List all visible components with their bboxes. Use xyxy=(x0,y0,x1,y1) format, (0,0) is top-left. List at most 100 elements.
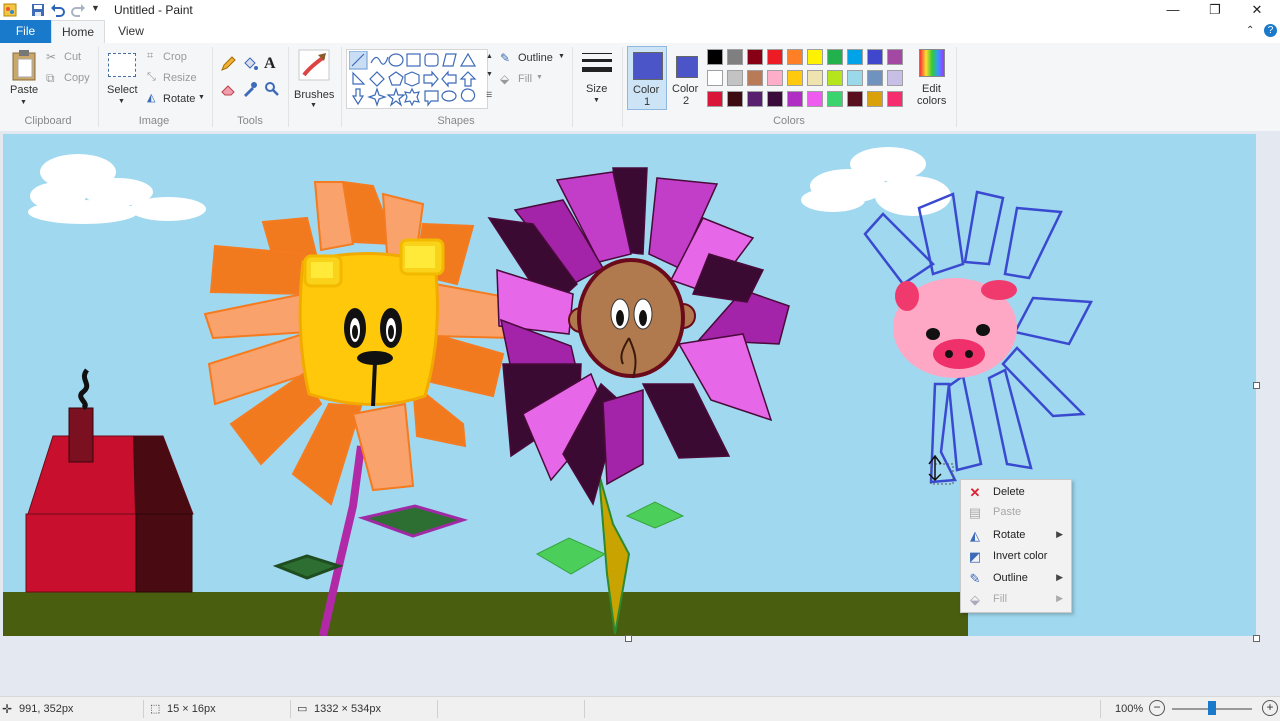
palette-swatch[interactable] xyxy=(747,70,763,86)
palette-swatch[interactable] xyxy=(827,91,843,107)
copy-label: Copy xyxy=(64,72,90,84)
maximize-button[interactable]: ❐ xyxy=(1192,0,1238,20)
canvas-resize-handle-bottom[interactable] xyxy=(625,635,632,642)
minimize-button[interactable]: — xyxy=(1150,0,1196,20)
outline-label: Outline xyxy=(518,52,553,64)
status-separator xyxy=(1100,700,1101,718)
canvas-resize-handle-corner[interactable] xyxy=(1253,635,1260,642)
menu-item-delete[interactable]: ✕ Delete xyxy=(961,482,1071,503)
palette-swatch[interactable] xyxy=(787,91,803,107)
submenu-arrow-icon: ▶ xyxy=(1056,593,1063,603)
image-group-label: Image xyxy=(138,115,170,127)
zoom-out-button[interactable]: − xyxy=(1149,700,1165,716)
shapes-scroll-up-icon[interactable]: ▲ xyxy=(486,53,493,60)
palette-swatch[interactable] xyxy=(707,70,723,86)
paste-icon: ▤ xyxy=(968,505,982,520)
palette-swatch[interactable] xyxy=(747,91,763,107)
fill-icon: ⬙ xyxy=(500,72,510,86)
color2-swatch xyxy=(676,56,698,78)
palette-swatch[interactable] xyxy=(867,70,883,86)
menu-item-outline[interactable]: ✎ Outline ▶ xyxy=(961,568,1071,589)
crop-icon: ⌗ xyxy=(147,50,154,62)
palette-swatch[interactable] xyxy=(807,91,823,107)
palette-swatch[interactable] xyxy=(827,70,843,86)
select-button[interactable]: Select ▼ xyxy=(106,51,138,111)
palette-swatch[interactable] xyxy=(787,70,803,86)
status-separator xyxy=(290,700,291,718)
palette-swatch[interactable] xyxy=(847,49,863,65)
palette-swatch[interactable] xyxy=(767,70,783,86)
eraser-icon[interactable] xyxy=(220,81,236,97)
canvas-resize-handle-right[interactable] xyxy=(1253,382,1260,389)
resize-label: Resize xyxy=(163,72,197,84)
text-tool-icon[interactable]: A xyxy=(264,55,276,73)
menu-item-paste-label: Paste xyxy=(993,506,1022,518)
clipboard-group-label: Clipboard xyxy=(24,115,72,127)
menu-item-rotate[interactable]: ◭ Rotate ▶ xyxy=(961,525,1071,546)
palette-swatch[interactable] xyxy=(727,49,743,65)
status-separator xyxy=(437,700,438,718)
edit-colors-label-2: colors xyxy=(917,95,947,107)
customize-quick-access-icon[interactable]: ▼ xyxy=(91,3,100,13)
zoom-in-button[interactable]: + xyxy=(1262,700,1278,716)
status-separator xyxy=(584,700,585,718)
pencil-icon[interactable] xyxy=(220,56,236,72)
palette-swatch[interactable] xyxy=(867,91,883,107)
menu-item-fill[interactable]: ⬙ Fill ▶ xyxy=(961,589,1071,610)
ribbon-separator xyxy=(288,47,289,127)
redo-icon[interactable] xyxy=(70,2,86,18)
paste-button[interactable]: Paste ▼ xyxy=(8,49,40,109)
palette-swatch[interactable] xyxy=(847,70,863,86)
shapes-scroll-down-icon[interactable]: ▼ xyxy=(486,71,493,78)
palette-swatch[interactable] xyxy=(747,49,763,65)
shapes-more-icon[interactable]: ☰ xyxy=(486,91,492,99)
tab-view[interactable]: View xyxy=(108,20,154,43)
edit-colors-button[interactable]: Edit colors xyxy=(914,47,950,109)
status-separator xyxy=(143,700,144,718)
menu-item-invert-color[interactable]: ◩ Invert color xyxy=(961,546,1071,567)
palette-swatch[interactable] xyxy=(827,49,843,65)
brushes-button[interactable]: Brushes ▼ xyxy=(293,49,335,109)
ground xyxy=(3,592,968,636)
brushes-label: Brushes xyxy=(294,89,335,101)
palette-swatch[interactable] xyxy=(707,49,723,65)
palette-swatch[interactable] xyxy=(767,91,783,107)
zoom-slider-thumb[interactable] xyxy=(1208,701,1216,715)
tab-file[interactable]: File xyxy=(0,20,51,43)
help-icon[interactable]: ? xyxy=(1264,24,1277,37)
fill-bucket-icon[interactable] xyxy=(242,56,258,72)
tab-home[interactable]: Home xyxy=(51,20,105,44)
menu-item-rotate-label: Rotate xyxy=(993,529,1026,541)
undo-icon[interactable] xyxy=(50,2,66,18)
palette-swatch[interactable] xyxy=(727,70,743,86)
shapes-icons xyxy=(349,51,477,107)
color-picker-icon[interactable] xyxy=(242,81,258,97)
palette-swatch[interactable] xyxy=(727,91,743,107)
shapes-gallery[interactable] xyxy=(346,49,488,109)
palette-swatch[interactable] xyxy=(787,49,803,65)
palette-swatch[interactable] xyxy=(887,91,903,107)
paste-icon xyxy=(12,50,36,81)
palette-swatch[interactable] xyxy=(887,49,903,65)
color2-button[interactable]: Color 2 xyxy=(670,46,702,108)
house xyxy=(25,368,194,593)
size-button[interactable]: Size ▼ xyxy=(580,49,614,109)
menu-item-paste[interactable]: ▤ Paste xyxy=(961,502,1071,523)
palette-swatch[interactable] xyxy=(707,91,723,107)
magnifier-icon[interactable] xyxy=(264,81,280,97)
save-icon[interactable] xyxy=(30,2,46,18)
color1-button[interactable]: Color 1 xyxy=(627,46,667,110)
palette-swatch[interactable] xyxy=(807,70,823,86)
ribbon-separator xyxy=(98,47,99,127)
palette-swatch[interactable] xyxy=(847,91,863,107)
palette-swatch[interactable] xyxy=(807,49,823,65)
pig-face xyxy=(893,278,1017,378)
collapse-ribbon-icon[interactable]: ⌃ xyxy=(1246,25,1254,36)
palette-swatch[interactable] xyxy=(767,49,783,65)
palette-swatch[interactable] xyxy=(867,49,883,65)
ribbon: Paste ▼ ✂ Cut ⧉ Copy Clipboard Select ▼ … xyxy=(0,43,1280,132)
close-button[interactable]: ✕ xyxy=(1234,0,1280,20)
palette-swatch[interactable] xyxy=(887,70,903,86)
image-size: 1332 × 534px xyxy=(314,703,381,715)
color1-label: Color xyxy=(633,84,660,96)
